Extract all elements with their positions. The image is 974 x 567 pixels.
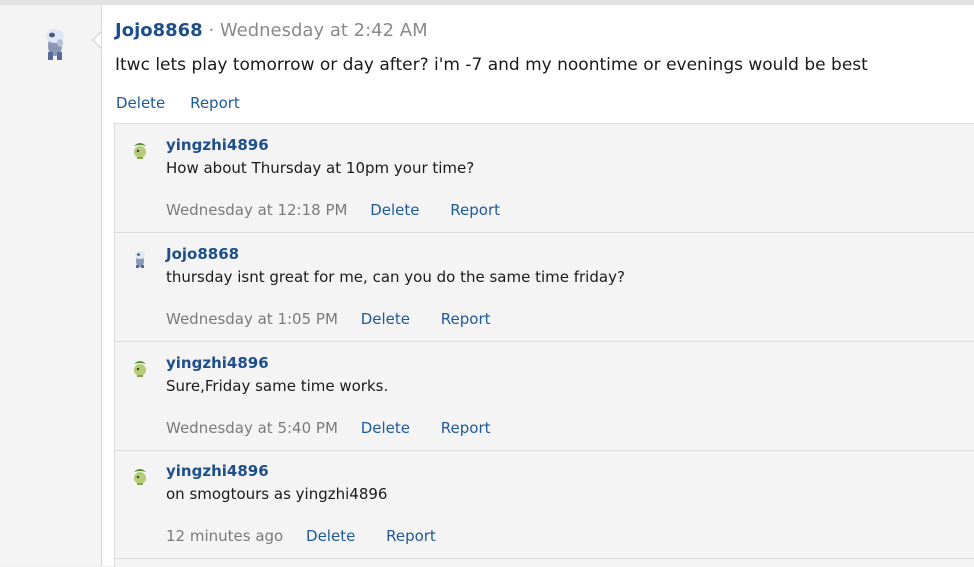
comment-username-link[interactable]: yingzhi4896 xyxy=(166,136,269,154)
comment-report-link[interactable]: Report xyxy=(441,419,491,437)
pokemon-avatar-icon[interactable] xyxy=(131,249,149,269)
comment-list: yingzhi4896 How about Thursday at 10pm y… xyxy=(114,123,974,567)
comment-item: Jojo8868 thursday isnt great for me, can… xyxy=(115,233,974,342)
comment-message: thursday isnt great for me, can you do t… xyxy=(166,268,625,286)
comment-item: yingzhi4896 on smogtours as yingzhi4896 … xyxy=(115,450,974,559)
green-pokemon-avatar-icon[interactable] xyxy=(131,466,149,486)
comment-meta: Wednesday at 1:05 PM Delete Report xyxy=(166,310,517,328)
comment-timestamp[interactable]: Wednesday at 1:05 PM xyxy=(166,310,338,328)
comment-timestamp[interactable]: Wednesday at 5:40 PM xyxy=(166,419,338,437)
pokemon-avatar-icon[interactable] xyxy=(36,26,72,66)
comment-timestamp[interactable]: 12 minutes ago xyxy=(166,527,283,545)
avatar-column xyxy=(0,5,101,566)
green-pokemon-avatar-icon[interactable] xyxy=(131,140,149,160)
comment-item: yingzhi4896 Sure,Friday same time works.… xyxy=(115,342,974,451)
comment-username-link[interactable]: Jojo8868 xyxy=(166,245,239,263)
comment-report-link[interactable]: Report xyxy=(386,527,436,545)
green-pokemon-avatar-icon[interactable] xyxy=(131,358,149,378)
comment-username-link[interactable]: yingzhi4896 xyxy=(166,354,269,372)
post-delete-link[interactable]: Delete xyxy=(116,94,165,112)
post-timestamp[interactable]: Wednesday at 2:42 AM xyxy=(220,20,428,41)
comment-delete-link[interactable]: Delete xyxy=(361,419,410,437)
post-username-link[interactable]: Jojo8868 xyxy=(115,20,203,41)
comment-meta: 12 minutes ago Delete Report xyxy=(166,527,462,545)
post-report-link[interactable]: Report xyxy=(190,94,240,112)
comment-meta: Wednesday at 5:40 PM Delete Report xyxy=(166,419,517,437)
comment-timestamp[interactable]: Wednesday at 12:18 PM xyxy=(166,201,347,219)
post-header: Jojo8868 · Wednesday at 2:42 AM xyxy=(115,20,428,41)
post-message: Itwc lets play tomorrow or day after? i'… xyxy=(115,55,868,75)
comment-delete-link[interactable]: Delete xyxy=(361,310,410,328)
comment-message: on smogtours as yingzhi4896 xyxy=(166,485,388,503)
comment-delete-link[interactable]: Delete xyxy=(370,201,419,219)
post-separator: · xyxy=(208,20,215,41)
comment-report-link[interactable]: Report xyxy=(441,310,491,328)
comment-report-link[interactable]: Report xyxy=(450,201,500,219)
comment-message: Sure,Friday same time works. xyxy=(166,377,389,395)
comment-meta: Wednesday at 12:18 PM Delete Report xyxy=(166,201,526,219)
comment-item: yingzhi4896 How about Thursday at 10pm y… xyxy=(115,124,974,233)
comment-message: How about Thursday at 10pm your time? xyxy=(166,159,475,177)
post-actions: Delete Report xyxy=(116,94,260,112)
comment-username-link[interactable]: yingzhi4896 xyxy=(166,462,269,480)
comment-delete-link[interactable]: Delete xyxy=(306,527,355,545)
